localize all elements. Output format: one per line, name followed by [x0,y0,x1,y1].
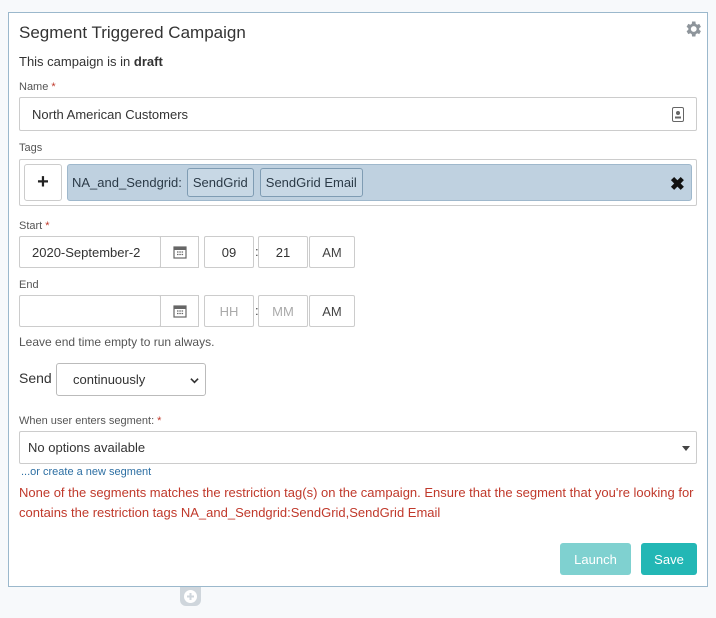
page-title: Segment Triggered Campaign [19,23,246,42]
segment-error-message: None of the segments matches the restric… [19,485,694,520]
campaign-card: Segment Triggered Campaign This campaign… [8,12,708,587]
plus-icon [184,590,197,603]
caret-down-icon [682,446,690,451]
add-block-button[interactable] [180,587,201,606]
name-input[interactable]: North American Customers [19,97,697,131]
start-hour-input[interactable]: 09 [204,236,254,268]
status-prefix: This campaign is in [19,54,131,69]
end-hour-input[interactable]: HH [204,295,254,327]
tag-chip-sendgrid-email[interactable]: SendGrid Email [259,168,363,197]
status-value: draft [133,54,163,69]
name-label: Name * [19,81,56,93]
contact-card-icon[interactable] [672,107,684,122]
save-button[interactable]: Save [641,543,697,575]
tags-label: Tags [19,142,43,154]
name-value: North American Customers [32,106,189,122]
start-label: Start * [19,220,50,232]
add-tag-button[interactable]: + [24,164,62,201]
start-ampm-toggle[interactable]: AM [309,236,355,268]
end-minute-input[interactable]: MM [258,295,308,327]
start-date-value: 2020-September-2 [32,244,141,260]
start-date-input[interactable]: 2020-September-2 [19,236,161,268]
segment-label: When user enters segment: * [19,415,162,427]
segment-select[interactable]: No options available [19,431,697,464]
required-mark: * [51,81,56,93]
end-time-hint: Leave end time empty to run always. [19,335,215,349]
send-selected-value: continuously [73,372,146,387]
launch-button[interactable]: Launch [560,543,631,575]
tag-chip-sendgrid[interactable]: SendGrid [186,168,254,197]
calendar-icon [172,305,187,318]
end-date-input[interactable] [19,295,161,327]
required-mark: * [157,415,162,427]
tags-field: + NA_and_Sendgrid: SendGrid SendGrid Ema… [19,159,697,206]
gear-icon[interactable] [683,19,703,39]
segment-selected-value: No options available [28,440,146,455]
end-ampm-toggle[interactable]: AM [309,295,355,327]
create-segment-link[interactable]: ...or create a new segment [21,466,151,478]
send-select[interactable]: continuously [56,363,206,396]
end-calendar-button[interactable] [160,295,199,327]
send-label: Send [19,370,52,386]
start-calendar-button[interactable] [160,236,199,268]
required-mark: * [45,220,50,232]
campaign-status: This campaign is in draft [19,54,163,69]
remove-tag-group-icon[interactable]: ✖ [670,174,685,195]
end-label: End [19,279,39,291]
tag-group-name: NA_and_Sendgrid: [72,175,182,190]
tag-group: NA_and_Sendgrid: SendGrid SendGrid Email… [67,164,692,201]
chevron-down-icon [190,378,199,384]
start-minute-input[interactable]: 21 [258,236,308,268]
calendar-icon [172,246,187,259]
